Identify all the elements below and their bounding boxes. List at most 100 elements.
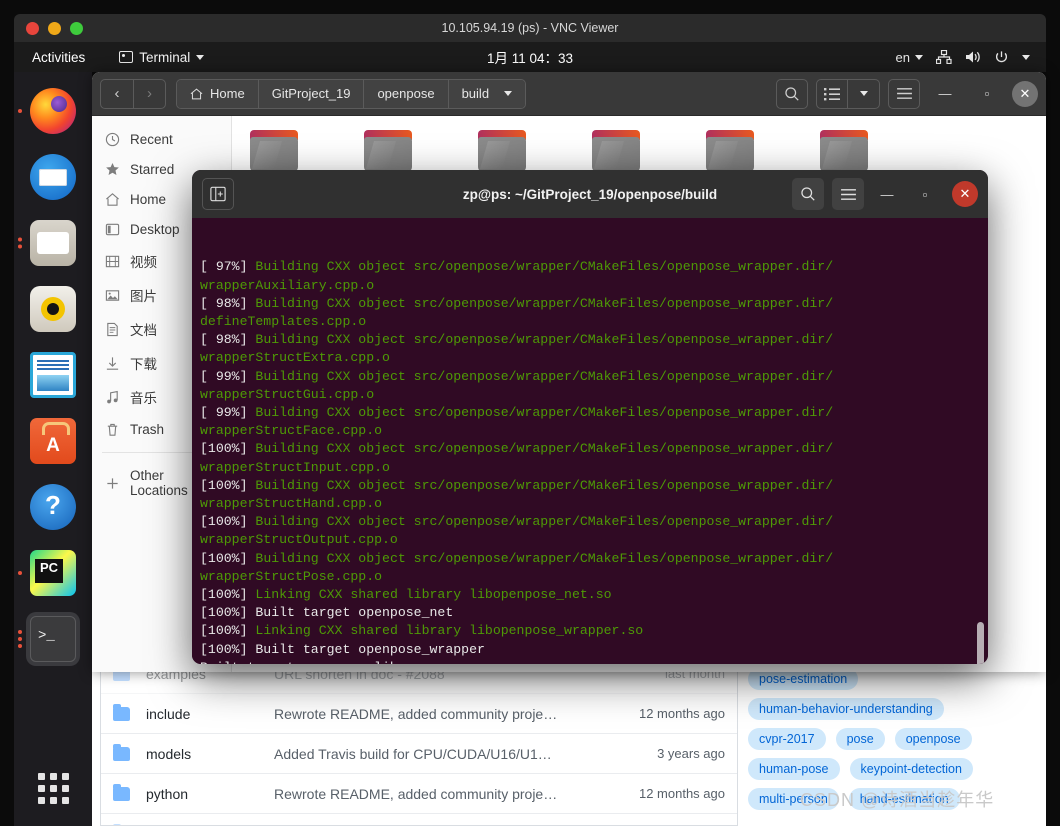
hamburger-menu-icon (840, 188, 856, 200)
dock-item-libreoffice-writer[interactable] (26, 348, 80, 402)
folder-icon (113, 743, 130, 761)
view-controls[interactable] (816, 78, 880, 109)
sidebar-item-recent[interactable]: Recent (92, 124, 231, 154)
terminal-line: [100%] Building CXX object src/openpose/… (200, 514, 834, 530)
folder-item[interactable] (706, 130, 754, 172)
view-dropdown-button[interactable] (848, 78, 880, 109)
home-icon (190, 87, 203, 99)
breadcrumb-item-build[interactable]: build (447, 79, 526, 108)
topic-tag[interactable]: human-pose (748, 758, 840, 780)
commit-time: 3 years ago (657, 746, 725, 761)
close-button[interactable]: ✕ (952, 181, 978, 207)
dock-item-firefox[interactable] (18, 84, 80, 138)
topic-tag[interactable]: keypoint-detection (849, 758, 973, 780)
topic-tag[interactable]: openpose (894, 728, 972, 750)
maximize-icon[interactable] (70, 21, 83, 35)
folder-item[interactable] (820, 130, 868, 172)
dock (14, 72, 92, 826)
dock-item-rhythmbox[interactable] (26, 282, 80, 336)
file-name[interactable]: python (146, 786, 274, 802)
breadcrumb-item-gitproject[interactable]: GitProject_19 (257, 79, 364, 108)
chevron-down-icon (196, 54, 205, 60)
search-button[interactable] (776, 78, 808, 109)
power-icon[interactable] (994, 50, 1009, 65)
system-tray[interactable]: en (896, 50, 1030, 65)
dock-item-terminal[interactable] (18, 612, 80, 666)
maximize-button[interactable]: ▫ (970, 79, 1004, 109)
activities-button[interactable]: Activities (32, 50, 85, 65)
folder-icon (113, 783, 130, 801)
folder-item[interactable] (364, 130, 412, 172)
breadcrumb-item-home[interactable]: Home (177, 79, 258, 108)
sidebar-item-label: Desktop (130, 221, 180, 237)
topic-tag[interactable]: cvpr-2017 (748, 728, 826, 750)
forward-button[interactable]: › (133, 79, 165, 108)
dock-item-thunderbird[interactable] (26, 150, 80, 204)
gnome-top-bar: Activities Terminal 1月 11 04：33 en (14, 42, 1046, 72)
language-indicator[interactable]: en (896, 50, 923, 65)
table-row[interactable]: models Added Travis build for CPU/CUDA/U… (101, 734, 737, 774)
show-applications-button[interactable] (37, 773, 69, 804)
folder-item[interactable] (478, 130, 526, 172)
sidebar-item-label: 图片 (130, 289, 157, 304)
search-button[interactable] (792, 178, 824, 210)
chevron-down-icon[interactable] (504, 91, 513, 96)
running-indicator (18, 109, 22, 113)
terminal-output[interactable]: [ 97%] Building CXX object src/openpose/… (192, 218, 988, 664)
sidebar-item-label: 文档 (130, 323, 157, 338)
breadcrumb-label: openpose (377, 86, 435, 101)
list-view-button[interactable] (816, 78, 848, 109)
terminal-line: wrapperAuxiliary.cpp.o (200, 277, 375, 293)
search-icon (801, 187, 815, 201)
hamburger-menu-icon (896, 88, 912, 99)
terminal-scrollbar[interactable] (977, 622, 984, 664)
file-name[interactable]: models (146, 746, 274, 762)
topic-tag[interactable]: human-behavior-understanding (748, 698, 944, 720)
back-button[interactable]: ‹ (101, 80, 133, 108)
network-icon[interactable] (936, 50, 952, 64)
sidebar-item-label: 下载 (130, 357, 157, 372)
menu-button[interactable] (832, 178, 864, 210)
minimize-icon[interactable] (48, 21, 61, 35)
folder-item[interactable] (592, 130, 640, 172)
new-tab-button[interactable] (202, 178, 234, 210)
chevron-down-icon[interactable] (1022, 54, 1030, 60)
app-menu-terminal[interactable]: Terminal (119, 50, 205, 65)
dock-item-pycharm[interactable] (18, 546, 80, 600)
vnc-window-titlebar: 10.105.94.19 (ps) - VNC Viewer (14, 14, 1046, 42)
table-row[interactable]: scripts Improved Ubuntu repo install doc… (101, 814, 737, 825)
terminal-line: [100%] Building CXX object src/openpose/… (200, 477, 834, 493)
terminal-line: defineTemplates.cpp.o (200, 314, 367, 330)
commit-time: 12 months ago (638, 786, 725, 801)
rhythmbox-icon (30, 286, 76, 332)
breadcrumb-item-openpose[interactable]: openpose (363, 79, 448, 108)
terminal-line: [ 98%] Building CXX object src/openpose/… (200, 295, 834, 311)
table-row[interactable]: python Rewrote README, added community p… (101, 774, 737, 814)
volume-icon[interactable] (965, 50, 981, 64)
commit-message: Added Travis build for CPU/CUDA/U16/U1… (274, 745, 552, 762)
maximize-button[interactable]: ▫ (910, 179, 940, 209)
pycharm-icon (30, 550, 76, 596)
dock-item-help[interactable] (26, 480, 80, 534)
nav-buttons[interactable]: ‹ › (100, 78, 166, 109)
folder-item[interactable] (250, 130, 298, 172)
terminal-line: [ 99%] Building CXX object src/openpose/… (200, 368, 834, 384)
minimize-button[interactable]: — (872, 179, 902, 209)
github-file-list: examples URL shorten in doc - #2088 last… (100, 654, 738, 826)
terminal-line: wrapperStructHand.cpp.o (200, 496, 383, 512)
close-icon[interactable] (26, 21, 39, 35)
topic-tag[interactable]: pose (835, 728, 885, 750)
breadcrumb[interactable]: Home GitProject_19 openpose build (176, 78, 527, 109)
terminal-line: [100%] Building CXX object src/openpose/… (200, 441, 834, 457)
firefox-icon (30, 88, 76, 134)
minimize-button[interactable]: — (928, 79, 962, 109)
close-button[interactable]: ✕ (1012, 80, 1038, 107)
dock-item-ubuntu-software[interactable] (26, 414, 80, 468)
file-name[interactable]: include (146, 706, 274, 722)
table-row[interactable]: include Rewrote README, added community … (101, 694, 737, 734)
dock-item-files[interactable] (18, 216, 80, 270)
window-traffic-lights[interactable] (14, 21, 83, 35)
terminal-line: [100%] Linking CXX shared library libope… (200, 623, 644, 639)
menu-button[interactable] (888, 78, 920, 109)
commit-time: 12 months ago (638, 706, 725, 721)
